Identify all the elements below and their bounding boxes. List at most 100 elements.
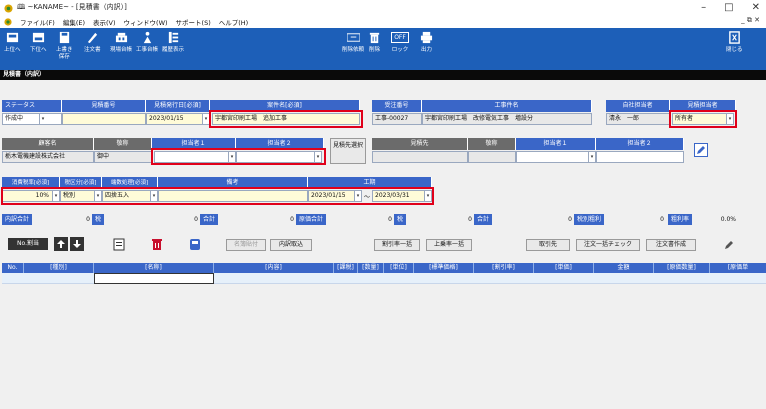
arrow-down-icon bbox=[73, 240, 81, 248]
app-menu-icon[interactable] bbox=[4, 18, 12, 26]
construction-ledger-button[interactable]: 工事台帳 bbox=[136, 31, 158, 54]
tax-label: 税 bbox=[92, 214, 105, 225]
calculator-button[interactable] bbox=[188, 237, 202, 251]
col-amount[interactable]: 金額 bbox=[594, 263, 654, 273]
save-icon bbox=[59, 31, 69, 44]
estimate-no-field[interactable] bbox=[62, 113, 146, 125]
honorific2-field bbox=[468, 151, 516, 163]
recipient-label: 見積先 bbox=[372, 138, 468, 150]
cost-total-label: 原価合計 bbox=[296, 214, 327, 225]
calculator-icon bbox=[190, 238, 200, 250]
site-ledger-button[interactable]: 現場台帳 bbox=[110, 31, 132, 54]
delete-row-button[interactable] bbox=[150, 237, 164, 251]
cost-tax-label: 税 bbox=[394, 214, 407, 225]
col-standard-price[interactable]: [標準価格] bbox=[414, 263, 474, 273]
section-title: 見積書（内訳） bbox=[0, 70, 766, 80]
col-no[interactable]: No. bbox=[2, 263, 24, 273]
supplier-button[interactable]: 取引先 bbox=[526, 239, 570, 251]
col-quantity[interactable]: [数量] bbox=[358, 263, 384, 273]
app-logo-icon bbox=[4, 3, 13, 13]
menu-help[interactable]: ヘルプ(H) bbox=[219, 17, 248, 27]
menu-support[interactable]: サポート(S) bbox=[176, 17, 211, 27]
highlight-tax-period bbox=[1, 187, 434, 205]
own-staff-label: 自社担当者 bbox=[606, 100, 670, 112]
col-taxable[interactable]: [課税] bbox=[334, 263, 358, 273]
move-up-button[interactable] bbox=[54, 237, 68, 251]
margin-value: 0.0% bbox=[720, 216, 736, 223]
recipient-field bbox=[372, 151, 468, 163]
edit-mode-button[interactable] bbox=[722, 238, 736, 252]
status-select[interactable]: 作成中 bbox=[2, 113, 62, 125]
col-unit[interactable]: [単位] bbox=[384, 263, 414, 273]
markup-all-button[interactable]: 上乗率一括 bbox=[426, 239, 472, 251]
select-recipient-button[interactable]: 見積先選択 bbox=[330, 138, 366, 164]
import-breakdown-button[interactable]: 内訳取込 bbox=[270, 239, 312, 251]
lock-toggle[interactable]: OFF ロック bbox=[390, 31, 410, 54]
total-value: 0 bbox=[290, 216, 294, 223]
col-discount-rate[interactable]: [割引率] bbox=[474, 263, 534, 273]
person1b-select[interactable] bbox=[516, 151, 596, 163]
issue-date-picker[interactable]: ▾ bbox=[202, 114, 209, 124]
menu-view[interactable]: 表示(V) bbox=[93, 17, 116, 27]
menu-file[interactable]: ファイル(F) bbox=[20, 17, 55, 27]
breakdown-total-value: 0 bbox=[86, 216, 90, 223]
customer-field: 栃木電機建設株式会社 bbox=[2, 151, 94, 163]
toolbar: 上位へ 下位へ 上書き 保存 注文書 現場台帳 工事台帳 履歴表示 削除依頼 削… bbox=[0, 28, 766, 70]
close-window-button[interactable]: ✕ bbox=[752, 2, 760, 13]
trash-icon bbox=[369, 32, 380, 44]
highlight-estimate-staff bbox=[669, 110, 737, 128]
cost-tax-value: 0 bbox=[468, 216, 472, 223]
delete-button[interactable]: 削除 bbox=[368, 31, 381, 54]
estimate-no-label: 見積番号 bbox=[62, 100, 146, 112]
col-cost-quantity[interactable]: [原価数量] bbox=[654, 263, 710, 273]
maximize-button[interactable]: □ bbox=[724, 2, 733, 13]
pencil-edit-icon bbox=[725, 241, 733, 249]
up-level-icon bbox=[6, 32, 18, 43]
col-unit-price[interactable]: [単価] bbox=[534, 263, 594, 273]
menu-window[interactable]: ウィンドウ(W) bbox=[124, 17, 168, 27]
history-list-icon bbox=[168, 31, 178, 44]
honorific2-label: 敬称 bbox=[468, 138, 516, 150]
issue-date-field[interactable]: 2023/01/15 bbox=[146, 113, 210, 125]
menu-edit[interactable]: 編集(E) bbox=[63, 17, 85, 27]
mdi-controls[interactable]: _ ⧉ ✕ bbox=[741, 16, 760, 25]
delete-request-button[interactable]: 削除依頼 bbox=[342, 31, 364, 54]
cost-total-value: 0 bbox=[388, 216, 392, 223]
output-button[interactable]: 出力 bbox=[420, 31, 433, 54]
renumber-button[interactable]: No.割当 bbox=[8, 238, 48, 250]
pencil-icon bbox=[697, 146, 705, 154]
order-create-button[interactable]: 注文書作成 bbox=[646, 239, 696, 251]
order-no-label: 受注番号 bbox=[372, 100, 422, 112]
person2b-select[interactable] bbox=[596, 151, 684, 163]
history-button[interactable]: 履歴表示 bbox=[162, 31, 184, 54]
col-name[interactable]: [名称] bbox=[94, 263, 214, 273]
menu-bar: ファイル(F) 編集(E) 表示(V) ウィンドウ(W) サポート(S) ヘルプ… bbox=[0, 16, 766, 28]
person1b-dropdown-arrow[interactable]: ▾ bbox=[588, 152, 595, 162]
overwrite-save-button[interactable]: 上書き 保存 bbox=[56, 31, 73, 61]
active-name-cell[interactable] bbox=[94, 273, 214, 284]
order-form-button[interactable]: 注文書 bbox=[84, 31, 101, 54]
col-cost-unit[interactable]: [原価単 bbox=[710, 263, 766, 273]
copy-row-button[interactable] bbox=[112, 237, 126, 251]
col-type[interactable]: [種別] bbox=[24, 263, 94, 273]
close-button[interactable]: 閉じる bbox=[726, 31, 743, 54]
minimize-button[interactable]: – bbox=[701, 2, 706, 13]
col-content[interactable]: [内容] bbox=[214, 263, 334, 273]
issue-date-label: 見積発行日[必須] bbox=[146, 100, 210, 112]
edit-recipient-button[interactable] bbox=[694, 143, 708, 157]
gross-profit-label: 税別粗利 bbox=[574, 214, 605, 225]
order-check-button[interactable]: 注文一括チェック bbox=[576, 239, 640, 251]
highlight-persons bbox=[151, 148, 326, 165]
person2b-label: 担当者２ bbox=[596, 138, 684, 150]
exit-door-icon bbox=[728, 31, 740, 44]
down-button[interactable]: 下位へ bbox=[30, 31, 47, 54]
product-quote-button[interactable]: 名簿貼付 bbox=[226, 239, 266, 251]
margin-label: 粗利率 bbox=[668, 214, 693, 225]
move-down-button[interactable] bbox=[70, 237, 84, 251]
cost-grand-total-value: 0 bbox=[568, 216, 572, 223]
arrow-up-icon bbox=[57, 240, 65, 248]
document-icon bbox=[113, 238, 125, 250]
status-dropdown-arrow[interactable]: ▾ bbox=[39, 114, 46, 124]
up-button[interactable]: 上位へ bbox=[4, 31, 21, 54]
discount-all-button[interactable]: 割引率一括 bbox=[374, 239, 420, 251]
